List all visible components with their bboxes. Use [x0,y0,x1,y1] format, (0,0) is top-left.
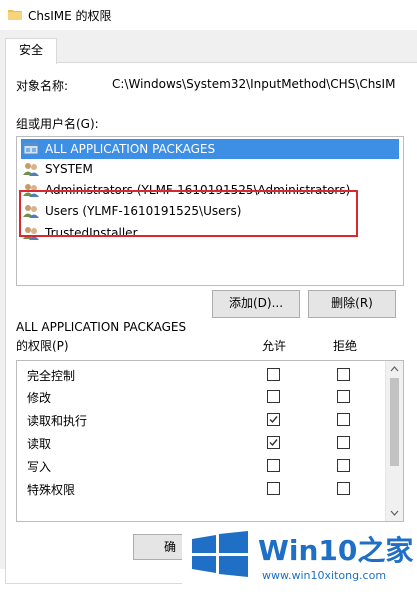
checkmark-icon [269,439,278,447]
users-group-icon [23,163,39,176]
brand-title: Win10之家 [258,529,413,569]
permission-name: 写入 [27,460,52,474]
checkmark-icon [269,416,278,424]
app-packages-icon [23,142,39,155]
window-title: ChsIME 的权限 [28,9,112,23]
table-row: 特殊权限 [17,477,377,499]
allow-checkbox[interactable] [267,413,280,426]
brand-suffix: 之家 [357,534,414,567]
windows-logo-icon [192,531,248,577]
list-item-label: TrustedInstaller [45,226,138,240]
deny-checkbox[interactable] [337,459,350,472]
group-users-label: 组或用户名(G): [16,117,99,131]
remove-button[interactable]: 删除(R) [308,290,396,318]
permissions-scrollbar[interactable] [385,361,403,521]
brand-main: Win10 [258,534,358,567]
object-name-value: C:\Windows\System32\InputMethod\CHS\ChsI… [112,77,396,91]
permission-name: 特殊权限 [27,483,76,497]
table-row: 写入 [17,454,377,476]
tab-security[interactable]: 安全 [5,38,57,64]
folder-icon [8,10,22,20]
deny-checkbox[interactable] [337,482,350,495]
permission-name: 完全控制 [27,369,76,383]
table-row: 完全控制 [17,363,377,385]
watermark: Win10之家 www.win10xitong.com [182,525,417,599]
table-row: 读取 [17,431,377,453]
scroll-down-icon[interactable] [386,504,403,521]
allow-checkbox[interactable] [267,459,280,472]
table-row: 读取和执行 [17,408,377,430]
list-item-label: Administrators (YLMF-1610191525\Administ… [45,183,351,197]
permissions-list: 完全控制 修改 读取和执行 读取 写入 特殊权限 [16,360,404,522]
permission-name: 读取和执行 [27,414,88,428]
allow-checkbox[interactable] [267,368,280,381]
add-button[interactable]: 添加(D)... [212,290,300,318]
users-group-icon [23,227,39,240]
permission-name: 修改 [27,391,52,405]
permission-name: 读取 [27,437,52,451]
deny-checkbox[interactable] [337,436,350,449]
table-row: 修改 [17,385,377,407]
list-item-label: ALL APPLICATION PACKAGES [45,142,216,156]
list-item[interactable]: TrustedInstaller [17,223,138,243]
list-item[interactable]: SYSTEM [17,159,93,179]
brand-url: www.win10xitong.com [262,569,387,582]
deny-checkbox[interactable] [337,390,350,403]
scroll-up-icon[interactable] [386,361,403,378]
group-user-list[interactable]: ALL APPLICATION PACKAGES SYSTEM Administ… [16,136,404,286]
permissions-for-label: ALL APPLICATION PACKAGES [16,320,187,334]
list-item[interactable]: ALL APPLICATION PACKAGES [21,139,399,159]
users-group-icon [23,184,39,197]
deny-column-header: 拒绝 [333,339,358,353]
ok-button-label: 确 [164,540,177,554]
permissions-dialog: 安全 对象名称: C:\Windows\System32\InputMethod… [0,30,417,599]
allow-checkbox[interactable] [267,436,280,449]
object-name-label: 对象名称: [16,79,69,93]
users-group-icon [23,205,39,218]
permissions-p-label: 的权限(P) [16,339,69,353]
list-item[interactable]: Administrators (YLMF-1610191525\Administ… [17,180,350,200]
tab-security-label: 安全 [18,43,43,57]
allow-column-header: 允许 [262,339,287,353]
deny-checkbox[interactable] [337,413,350,426]
deny-checkbox[interactable] [337,368,350,381]
allow-checkbox[interactable] [267,482,280,495]
scroll-thumb[interactable] [390,378,399,466]
title-bar: ChsIME 的权限 [0,0,417,30]
list-item-label: SYSTEM [45,162,93,176]
list-item[interactable]: Users (YLMF-1610191525\Users) [17,201,241,221]
list-item-label: Users (YLMF-1610191525\Users) [45,204,242,218]
allow-checkbox[interactable] [267,390,280,403]
